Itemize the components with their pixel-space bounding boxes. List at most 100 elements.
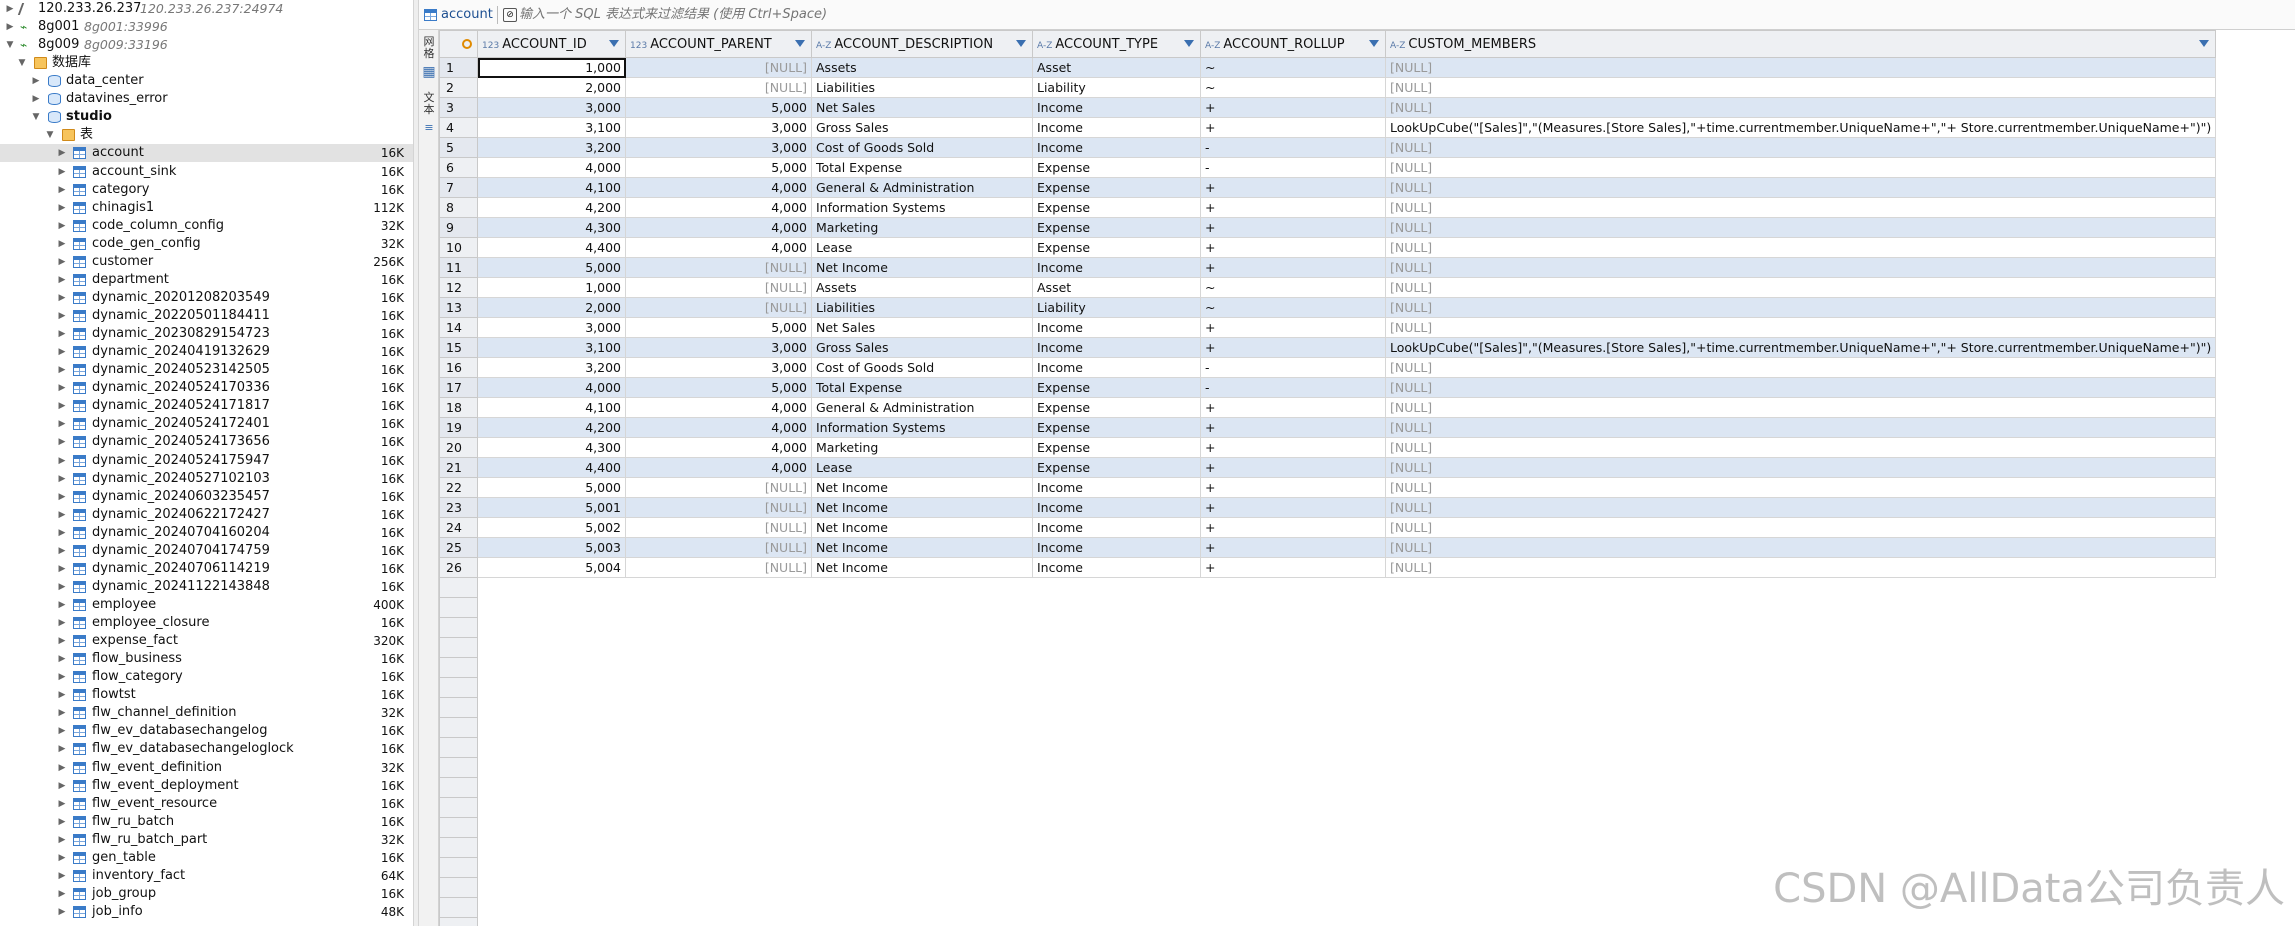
table-cell[interactable]: 3,000 (477, 317, 626, 338)
table-cell[interactable]: LookUpCube("[Sales]","(Measures.[Store S… (1384, 337, 2217, 358)
table-cell[interactable]: [NULL] (1384, 77, 2217, 98)
collapse-chevron-icon[interactable]: ▼ (16, 54, 28, 72)
column-header[interactable]: A-Z ACCOUNT_DESCRIPTION (811, 30, 1033, 58)
table-cell[interactable]: [NULL] (1384, 177, 2217, 198)
table-row[interactable]: 2 2,000 [NULL] Liabilities Liability ~ [NULL] (439, 77, 2217, 98)
table-cell[interactable]: [NULL] (1384, 277, 2217, 298)
table-cell[interactable]: - (1200, 377, 1386, 398)
table-row[interactable]: 23 5,001 [NULL] Net Income Income + [NULL] (439, 497, 2217, 518)
table-cell[interactable]: 4,400 (477, 237, 626, 258)
table-node[interactable]: ▶ dynamic_20240524173656 16K (0, 433, 413, 452)
expand-chevron-icon[interactable]: ▶ (56, 813, 68, 831)
table-cell[interactable]: Expense (1032, 197, 1201, 218)
row-number[interactable]: 15 (439, 337, 478, 358)
expand-chevron-icon[interactable]: ▶ (56, 704, 68, 722)
table-node[interactable]: ▶ dynamic_20240706114219 16K (0, 559, 413, 578)
table-cell[interactable]: [NULL] (1384, 477, 2217, 498)
table-cell[interactable]: Cost of Goods Sold (811, 137, 1033, 158)
table-row[interactable]: 19 4,200 4,000 Information Systems Expense +[… (439, 417, 2217, 438)
tables-folder-node[interactable]: ▼ 表 (0, 126, 413, 144)
row-number[interactable]: 20 (439, 437, 478, 458)
table-cell[interactable]: Gross Sales (811, 337, 1033, 358)
table-cell[interactable]: Net Income (811, 517, 1033, 538)
table-row[interactable]: 5 3,200 3,000 Cost of Goods Sold Income - [NUL… (439, 137, 2217, 158)
row-number[interactable]: 13 (439, 297, 478, 318)
table-cell[interactable]: Net Sales (811, 317, 1033, 338)
table-cell[interactable]: [NULL] (1384, 537, 2217, 558)
table-cell[interactable]: Expense (1032, 237, 1201, 258)
table-node[interactable]: ▶ account_sink 16K (0, 162, 413, 181)
table-node[interactable]: ▶ flw_channel_definition 32K (0, 704, 413, 723)
row-number[interactable]: 6 (439, 157, 478, 178)
table-node[interactable]: ▶ employee_closure 16K (0, 614, 413, 633)
table-cell[interactable]: [NULL] (625, 57, 812, 78)
expand-chevron-icon[interactable]: ▶ (56, 759, 68, 777)
table-cell[interactable]: 4,300 (477, 437, 626, 458)
table-cell[interactable]: [NULL] (1384, 217, 2217, 238)
table-cell[interactable]: Cost of Goods Sold (811, 357, 1033, 378)
table-row[interactable]: 26 5,004 [NULL] Net Income Income + [NULL] (439, 557, 2217, 578)
connection-node[interactable]: ▼ ⌁ 8g009 8g009:33196 (0, 36, 413, 54)
table-cell[interactable]: + (1200, 437, 1386, 458)
table-node[interactable]: ▶ dynamic_20201208203549 16K (0, 288, 413, 307)
row-number[interactable]: 4 (439, 117, 478, 138)
table-node[interactable]: ▶ department 16K (0, 270, 413, 289)
table-cell[interactable]: Income (1032, 97, 1201, 118)
table-cell[interactable]: Asset (1032, 277, 1201, 298)
table-node[interactable]: ▶ employee 400K (0, 595, 413, 614)
table-cell[interactable]: [NULL] (1384, 557, 2217, 578)
table-cell[interactable]: 4,000 (625, 437, 812, 458)
table-node[interactable]: ▶ job_info 48K (0, 903, 413, 921)
table-cell[interactable]: Income (1032, 537, 1201, 558)
table-cell[interactable]: + (1200, 417, 1386, 438)
expand-chevron-icon[interactable]: ▶ (56, 144, 68, 162)
column-header[interactable]: A-Z ACCOUNT_ROLLUP (1200, 30, 1386, 58)
table-node[interactable]: ▶ dynamic_20240524172401 16K (0, 415, 413, 434)
row-number[interactable]: 5 (439, 137, 478, 158)
column-header[interactable]: 123 ACCOUNT_ID (477, 30, 626, 58)
table-node[interactable]: ▶ flw_ev_databasechangelog 16K (0, 722, 413, 741)
table-cell[interactable]: Income (1032, 317, 1201, 338)
table-row[interactable]: 6 4,000 5,000 Total Expense Expense - [NULL] (439, 157, 2217, 178)
expand-chevron-icon[interactable]: ▶ (56, 560, 68, 578)
table-cell[interactable]: + (1200, 197, 1386, 218)
expand-chevron-icon[interactable]: ▶ (56, 488, 68, 506)
table-cell[interactable]: [NULL] (1384, 397, 2217, 418)
table-cell[interactable]: Liabilities (811, 77, 1033, 98)
table-cell[interactable]: 5,000 (477, 477, 626, 498)
row-number[interactable]: 16 (439, 357, 478, 378)
table-node[interactable]: ▶ gen_table 16K (0, 848, 413, 867)
table-cell[interactable]: Expense (1032, 217, 1201, 238)
text-view-tab[interactable]: 文本 (421, 92, 437, 116)
table-node[interactable]: ▶ flw_ru_batch_part 32K (0, 830, 413, 849)
table-cell[interactable]: - (1200, 357, 1386, 378)
table-cell[interactable]: Expense (1032, 157, 1201, 178)
table-row[interactable]: 17 4,000 5,000 Total Expense Expense - [NULL] (439, 377, 2217, 398)
table-cell[interactable]: Liability (1032, 77, 1201, 98)
table-cell[interactable]: Total Expense (811, 157, 1033, 178)
column-filter-icon[interactable] (2199, 40, 2210, 47)
table-row[interactable]: 24 5,002 [NULL] Net Income Income + [NULL] (439, 517, 2217, 538)
table-row[interactable]: 10 4,400 4,000 Lease Expense + [NULL] (439, 237, 2217, 258)
expand-chevron-icon[interactable]: ▶ (56, 289, 68, 307)
table-node[interactable]: ▶ expense_fact 320K (0, 632, 413, 651)
table-row[interactable]: 7 4,100 4,000 General & Administration Expen… (439, 177, 2217, 198)
expand-chevron-icon[interactable]: ▶ (56, 506, 68, 524)
table-cell[interactable]: 4,000 (625, 197, 812, 218)
table-cell[interactable]: 5,000 (625, 97, 812, 118)
table-row[interactable]: 13 2,000 [NULL] Liabilities Liability ~ [NULL] (439, 297, 2217, 318)
table-node[interactable]: ▶ dynamic_20230829154723 16K (0, 325, 413, 344)
table-cell[interactable]: Marketing (811, 217, 1033, 238)
table-cell[interactable]: 4,000 (477, 157, 626, 178)
databases-folder-node[interactable]: ▼ 数据库 (0, 54, 413, 72)
table-cell[interactable]: [NULL] (1384, 497, 2217, 518)
table-cell[interactable]: 4,200 (477, 197, 626, 218)
table-cell[interactable]: + (1200, 557, 1386, 578)
table-cell[interactable]: ~ (1200, 77, 1386, 98)
expand-chevron-icon[interactable]: ▶ (56, 903, 68, 921)
table-cell[interactable]: [NULL] (625, 77, 812, 98)
table-cell[interactable]: Expense (1032, 397, 1201, 418)
table-cell[interactable]: + (1200, 397, 1386, 418)
table-cell[interactable]: - (1200, 157, 1386, 178)
expand-chevron-icon[interactable]: ▶ (30, 90, 42, 108)
